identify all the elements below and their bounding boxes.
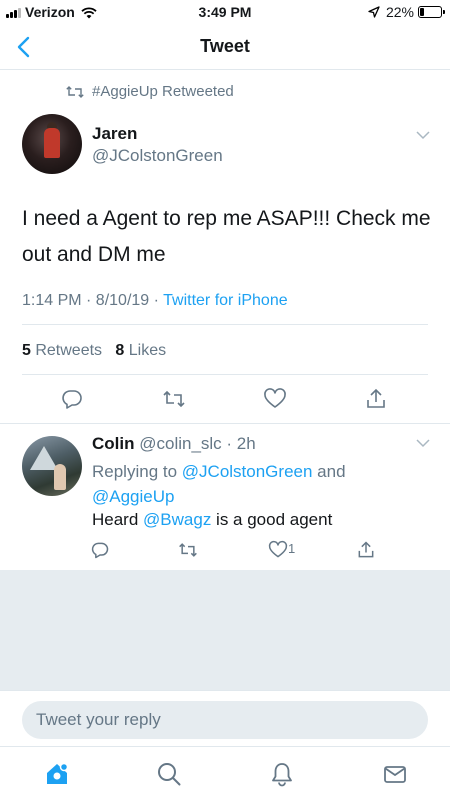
retweet-button-icon[interactable] [178,540,198,560]
like-heart-icon[interactable] [268,540,288,560]
reply-icon[interactable] [60,387,84,411]
reply-time: · 2h [221,434,256,453]
author-name[interactable]: Jaren [92,124,137,144]
reply-text-before: Heard [92,510,144,529]
author-handle[interactable]: @JColstonGreen [92,146,223,166]
replying-and: and [312,462,346,481]
reply-author-avatar[interactable] [22,436,82,496]
replying-user-link[interactable]: @AggieUp [92,487,174,506]
reply-text: Heard @Bwagz is a good agent [92,510,332,530]
search-icon[interactable] [156,761,182,787]
retweet-icon [66,85,84,98]
navigation-bar: Tweet [0,24,450,70]
reply-icon[interactable] [90,540,110,560]
likes-link[interactable]: 8 Likes [115,342,166,359]
status-bar: Verizon 3:49 PM 22% [0,0,450,24]
reply-author-name[interactable]: Colin [92,434,135,453]
divider [22,324,428,325]
replying-to: Replying to @JColstonGreen and @AggieUp [92,459,402,509]
chevron-down-icon[interactable] [416,130,430,140]
replying-prefix: Replying to [92,462,182,481]
tweet-time: 1:14 PM · 8/10/19 · [22,292,164,309]
share-icon[interactable] [364,387,388,411]
like-heart-icon[interactable] [263,387,287,411]
tab-bar [0,746,450,800]
tweet-timestamp: 1:14 PM · 8/10/19 · Twitter for iPhone [22,292,288,310]
replying-user-link[interactable]: @JColstonGreen [182,462,313,481]
retweets-count: 5 [22,342,31,359]
mention-link[interactable]: @Bwagz [143,510,211,529]
divider [22,374,428,375]
retweet-context-label: #AggieUp Retweeted [92,83,234,100]
reply-author-line: Colin @colin_slc · 2h [92,434,256,454]
reply-input[interactable] [22,701,428,739]
home-icon[interactable] [44,761,70,787]
retweets-link[interactable]: 5 Retweets [22,342,102,359]
battery-percent: 22% [385,4,414,20]
likes-count: 8 [115,342,125,359]
tweet-text: I need a Agent to rep me ASAP!!! Check m… [22,207,431,266]
reply-like-count: 1 [288,541,296,556]
divider [0,423,450,424]
reply-text-after: is a good agent [211,510,333,529]
retweet-button-icon[interactable] [162,387,186,411]
location-arrow-icon [368,6,380,18]
author-avatar[interactable] [22,114,82,174]
reply-composer [0,690,450,746]
share-icon[interactable] [356,540,376,560]
page-title: Tweet [200,36,250,56]
empty-background [0,570,450,690]
reply-author-handle[interactable]: @colin_slc [139,434,221,453]
tweet-stats: 5 Retweets 8 Likes [22,342,166,360]
tweet-source-link[interactable]: Twitter for iPhone [163,292,288,309]
messages-icon[interactable] [382,761,408,787]
notifications-icon[interactable] [269,761,295,787]
battery-icon [418,6,445,18]
chevron-down-icon[interactable] [416,438,430,448]
retweet-context[interactable]: #AggieUp Retweeted [66,83,234,100]
retweets-label: Retweets [30,342,103,359]
likes-label: Likes [124,342,167,359]
